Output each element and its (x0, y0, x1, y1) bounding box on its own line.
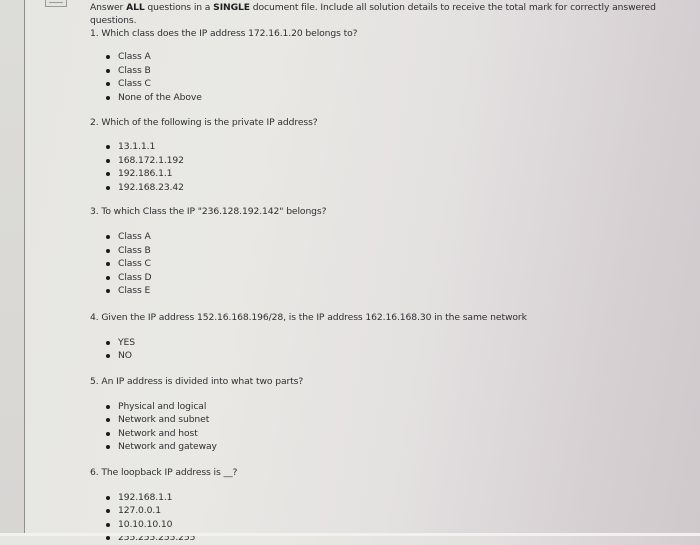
option-label: YES (118, 336, 135, 348)
option-item: 10.10.10.10 (106, 518, 680, 532)
option-item: Network and subnet (106, 413, 680, 427)
question-title: 2. Which of the following is the private… (90, 117, 318, 128)
option-item: Network and host (106, 427, 680, 441)
question-5: 5. An IP address is divided into what tw… (90, 375, 680, 454)
option-label: Network and gateway (118, 441, 217, 452)
option-item: Class B (106, 244, 680, 258)
document-icon (45, 0, 67, 7)
instructions-bold-single: SINGLE (213, 2, 250, 13)
option-label: Network and subnet (118, 414, 210, 425)
option-label: 192.168.23.42 (118, 181, 184, 193)
option-item: Class E (106, 284, 680, 298)
option-label: Class C (118, 258, 151, 269)
bullet-icon (106, 145, 110, 149)
option-label: NO (118, 350, 132, 361)
bullet-icon (106, 340, 110, 345)
instructions: Answer ALL questions in a SINGLE documen… (90, 1, 680, 27)
bullet-icon (106, 289, 110, 293)
bullet-icon (106, 235, 110, 239)
question-list: 1. Which class does the IP address 172.1… (90, 27, 680, 545)
instructions-bold-all: ALL (126, 2, 145, 13)
option-label: 192.186.1.1 (118, 168, 173, 179)
option-item: None of the Above (106, 91, 680, 105)
bullet-icon (106, 522, 110, 527)
option-item: Class B (106, 64, 680, 78)
option-item: Class D (106, 271, 680, 285)
option-item: Physical and logical (106, 400, 680, 414)
option-label: 168.172.1.192 (118, 154, 184, 166)
left-margin (0, 0, 25, 536)
option-item: 168.172.1.192 (106, 154, 680, 168)
option-item: YES (106, 336, 680, 350)
question-3: 3. To which Class the IP "236.128.192.14… (90, 205, 680, 298)
option-item: Class C (106, 257, 680, 271)
option-label: 13.1.1.1 (118, 141, 156, 152)
instructions-text: Answer (90, 2, 127, 13)
option-item: NO (106, 349, 680, 363)
option-label: 127.0.0.1 (118, 505, 161, 516)
bullet-icon (106, 82, 110, 86)
option-item: 192.168.23.42 (106, 181, 680, 195)
bullet-icon (106, 68, 110, 73)
option-label: Class A (118, 51, 151, 62)
document-body: Answer ALL questions in a SINGLE documen… (90, 1, 680, 545)
option-item: 192.168.1.1 (106, 491, 680, 505)
question-4: 4. Given the IP address 152.16.168.196/2… (90, 311, 680, 363)
option-item: Class C (106, 77, 680, 91)
bullet-icon (106, 172, 110, 176)
bullet-icon (106, 248, 110, 253)
option-list: 192.168.1.1 127.0.0.1 10.10.10.10 255.255.2… (90, 491, 680, 545)
bullet-icon (106, 55, 110, 59)
option-label: None of the Above (118, 91, 202, 103)
question-title: 6. The loopback IP address is __? (90, 466, 238, 478)
bullet-icon (106, 158, 110, 163)
option-list: YES NO (90, 336, 680, 363)
option-item: Class A (106, 50, 680, 64)
option-label: Physical and logical (118, 400, 207, 412)
option-list: Class A Class B Class C Class D Class E (90, 230, 680, 298)
question-title: 4. Given the IP address 152.16.168.196/2… (90, 311, 527, 323)
bullet-icon (106, 275, 110, 280)
bullet-icon (106, 431, 110, 436)
option-label: Class E (118, 285, 151, 296)
question-title: 3. To which Class the IP "236.128.192.14… (90, 206, 327, 217)
option-item: 127.0.0.1 (106, 504, 680, 518)
question-title: 5. An IP address is divided into what tw… (90, 375, 304, 387)
option-item: 13.1.1.1 (106, 140, 680, 154)
option-label: Class A (118, 231, 151, 242)
option-item: Class A (106, 230, 680, 244)
bullet-icon (106, 262, 110, 266)
option-list: 13.1.1.1 168.172.1.192 192.186.1.1 192.168.… (90, 140, 680, 194)
bullet-icon (106, 354, 110, 358)
bullet-icon (106, 509, 110, 513)
bullet-icon (106, 404, 110, 409)
option-label: Class D (118, 271, 152, 283)
option-list: Class A Class B Class C None of the Above (90, 50, 680, 104)
instructions-text: questions in a (144, 2, 214, 13)
bullet-icon (106, 95, 110, 100)
option-label: 192.168.1.1 (118, 491, 173, 503)
bullet-icon (106, 445, 110, 449)
bullet-icon (106, 185, 110, 190)
option-list: Physical and logical Network and subnet Ne… (90, 400, 680, 454)
option-item: 192.186.1.1 (106, 167, 680, 181)
question-2: 2. Which of the following is the private… (90, 116, 680, 194)
option-label: Network and host (118, 427, 198, 439)
option-label: Class B (118, 244, 151, 256)
bullet-icon (106, 495, 110, 500)
option-label: Class C (118, 78, 151, 89)
bullet-icon (106, 536, 110, 540)
option-item: Network and gateway (106, 440, 680, 454)
question-1: 1. Which class does the IP address 172.1… (90, 27, 680, 104)
option-label: Class B (118, 64, 151, 76)
bullet-icon (106, 418, 110, 422)
option-label: 10.10.10.10 (118, 518, 173, 530)
question-title: 1. Which class does the IP address 172.1… (90, 28, 358, 39)
